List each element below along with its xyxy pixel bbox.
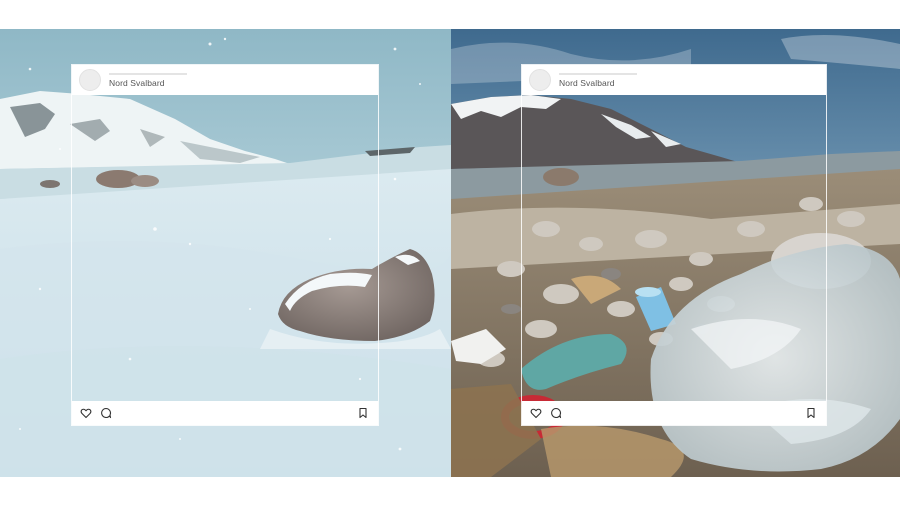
header-divider: [109, 72, 187, 75]
account-name[interactable]: Nord Svalbard: [559, 78, 637, 88]
pollution-scene-panel: Nord Svalbard: [451, 29, 900, 477]
heart-icon[interactable]: [79, 406, 93, 420]
post-header: Nord Svalbard: [72, 65, 378, 95]
avatar[interactable]: [79, 69, 101, 91]
heart-icon[interactable]: [529, 406, 543, 420]
comment-icon[interactable]: [549, 406, 563, 420]
avatar[interactable]: [529, 69, 551, 91]
snow-scene-panel: Nord Svalbard: [0, 29, 451, 477]
account-name[interactable]: Nord Svalbard: [109, 78, 187, 88]
bookmark-icon[interactable]: [804, 406, 818, 420]
comparison-stage: Nord Svalbard Nord Svalbard: [0, 0, 900, 507]
post-frame-right: Nord Svalbard: [521, 64, 827, 426]
post-frame-left: Nord Svalbard: [71, 64, 379, 426]
post-header: Nord Svalbard: [522, 65, 826, 95]
bookmark-icon[interactable]: [356, 406, 370, 420]
header-divider: [559, 72, 637, 75]
comment-icon[interactable]: [99, 406, 113, 420]
post-actions: [522, 401, 826, 425]
post-actions: [72, 401, 378, 425]
